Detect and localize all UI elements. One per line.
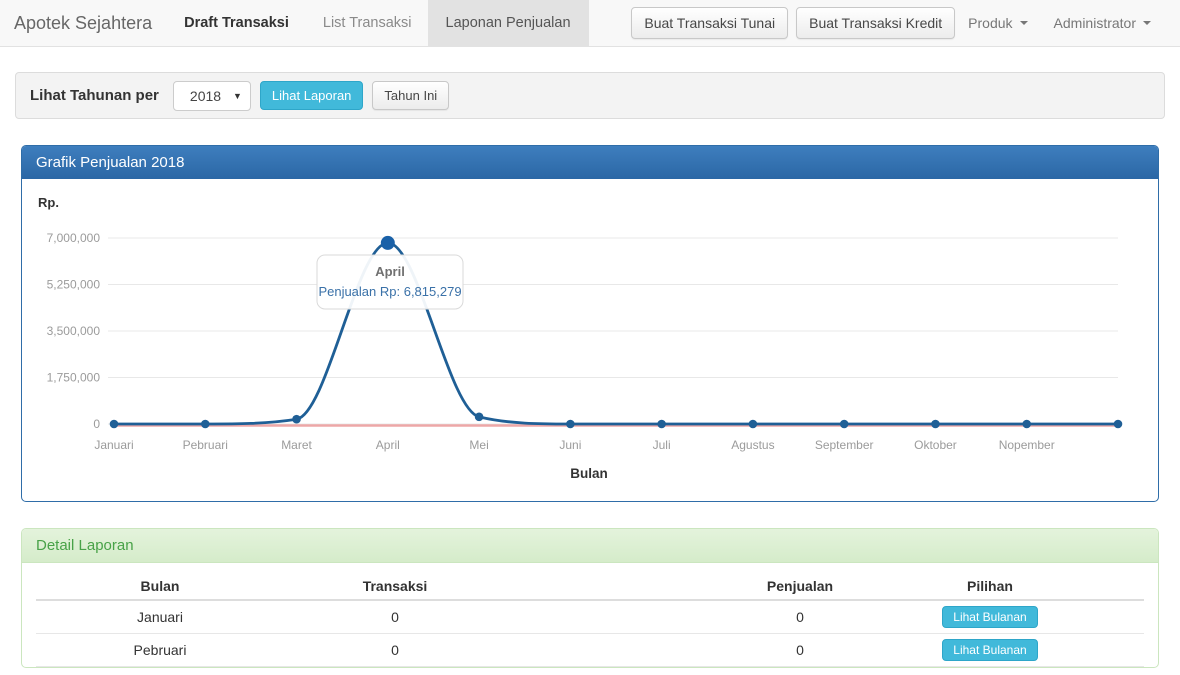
month-cell: Januari — [36, 609, 284, 625]
sales-series-line — [114, 243, 1118, 424]
buat-transaksi-kredit-button[interactable]: Buat Transaksi Kredit — [796, 7, 955, 39]
transaksi-cell: 0 — [284, 642, 506, 658]
chart-panel-title: Grafik Penjualan 2018 — [22, 146, 1158, 179]
chart-point[interactable] — [201, 420, 210, 429]
detail-panel-title: Detail Laporan — [22, 529, 1158, 563]
administrator-dropdown[interactable]: Administrator — [1041, 15, 1164, 31]
app-brand[interactable]: Apotek Sejahtera — [0, 0, 166, 46]
navbar-right-group: Buat Transaksi Tunai Buat Transaksi Kred… — [631, 0, 1180, 46]
year-select[interactable]: 2018 ▼ — [173, 81, 251, 111]
chart-panel-body: 7,000,000 5,250,000 3,500,000 1,750,000 0 Rp.… — [22, 179, 1158, 501]
top-navbar: Apotek Sejahtera Draft Transaksi List Tr… — [0, 0, 1180, 47]
x-tick-label: Maret — [281, 438, 312, 452]
detail-laporan-panel: Detail Laporan BulanTransaksiPenjualanPi… — [21, 528, 1159, 668]
x-tick-label: Oktober — [914, 438, 957, 452]
lihat-bulanan-button[interactable]: Lihat Bulanan — [942, 639, 1037, 661]
table-header-cell: Bulan — [36, 578, 284, 594]
chevron-down-icon — [1020, 21, 1028, 25]
y-tick-label: 7,000,000 — [47, 231, 101, 245]
chart-point[interactable] — [749, 420, 758, 429]
lihat-bulanan-button[interactable]: Lihat Bulanan — [942, 606, 1037, 628]
chart-point[interactable] — [566, 420, 575, 429]
tooltip-title: April — [375, 264, 405, 279]
action-cell: Lihat Bulanan — [886, 606, 1094, 628]
x-tick-label: Nopember — [999, 438, 1055, 452]
year-filter-bar: Lihat Tahunan per 2018 ▼ Lihat Laporan T… — [15, 72, 1165, 119]
buat-transaksi-tunai-button[interactable]: Buat Transaksi Tunai — [631, 7, 788, 39]
y-tick-label: 1,750,000 — [47, 371, 101, 385]
administrator-dropdown-label: Administrator — [1054, 15, 1136, 31]
detail-table: BulanTransaksiPenjualanPilihan Januari00… — [22, 563, 1158, 667]
chart-point[interactable] — [1114, 420, 1123, 429]
x-tick-label: April — [376, 438, 400, 452]
produk-dropdown-label: Produk — [968, 15, 1012, 31]
transaksi-cell: 0 — [284, 609, 506, 625]
sales-line-chart: 7,000,000 5,250,000 3,500,000 1,750,000 0 Rp.… — [22, 179, 1158, 497]
table-row: Pebruari00Lihat Bulanan — [36, 634, 1144, 667]
y-tick-label: 3,500,000 — [47, 324, 101, 338]
nav-item-draft-transaksi[interactable]: Draft Transaksi — [166, 0, 307, 46]
table-header-cell: Transaksi — [284, 578, 506, 594]
x-tick-label: Januari — [94, 438, 133, 452]
x-tick-label: Juni — [559, 438, 581, 452]
nav-item-list-transaksi[interactable]: List Transaksi — [307, 0, 428, 46]
x-tick-label: Mei — [469, 438, 488, 452]
tahun-ini-button[interactable]: Tahun Ini — [372, 81, 449, 110]
action-cell: Lihat Bulanan — [886, 639, 1094, 661]
nav-item-laporan-penjualan[interactable]: Laponan Penjualan — [428, 0, 589, 46]
chart-point[interactable] — [475, 413, 484, 422]
y-tick-label: 5,250,000 — [47, 278, 101, 292]
table-row: Januari00Lihat Bulanan — [36, 601, 1144, 634]
filter-label: Lihat Tahunan per — [30, 87, 159, 104]
x-tick-label: Pebruari — [183, 438, 228, 452]
chart-point[interactable] — [1022, 420, 1031, 429]
table-body: Januari00Lihat BulananPebruari00Lihat Bu… — [36, 601, 1144, 667]
table-header-cell-pilihan: Pilihan — [886, 578, 1094, 594]
chart-point[interactable] — [931, 420, 940, 429]
x-tick-label: Agustus — [731, 438, 774, 452]
month-cell: Pebruari — [36, 642, 284, 658]
lihat-laporan-button[interactable]: Lihat Laporan — [260, 81, 364, 110]
select-arrow-icon: ▼ — [233, 91, 242, 101]
y-axis-title: Rp. — [38, 195, 59, 210]
x-tick-label: Juli — [653, 438, 671, 452]
chart-point[interactable] — [381, 236, 395, 250]
sales-chart-panel: Grafik Penjualan 2018 7,000,000 5,250,000… — [21, 145, 1159, 502]
chart-point[interactable] — [292, 415, 301, 424]
x-tick-label: September — [815, 438, 874, 452]
table-header-row: BulanTransaksiPenjualanPilihan — [36, 572, 1144, 601]
x-axis-title: Bulan — [570, 466, 608, 481]
chart-point[interactable] — [840, 420, 849, 429]
produk-dropdown[interactable]: Produk — [955, 15, 1040, 31]
y-tick-label: 0 — [93, 417, 100, 431]
year-select-value: 2018 — [190, 88, 221, 104]
chart-point[interactable] — [110, 420, 119, 429]
chart-point[interactable] — [657, 420, 666, 429]
tooltip-value: Penjualan Rp: 6,815,279 — [318, 284, 461, 299]
chevron-down-icon — [1143, 21, 1151, 25]
